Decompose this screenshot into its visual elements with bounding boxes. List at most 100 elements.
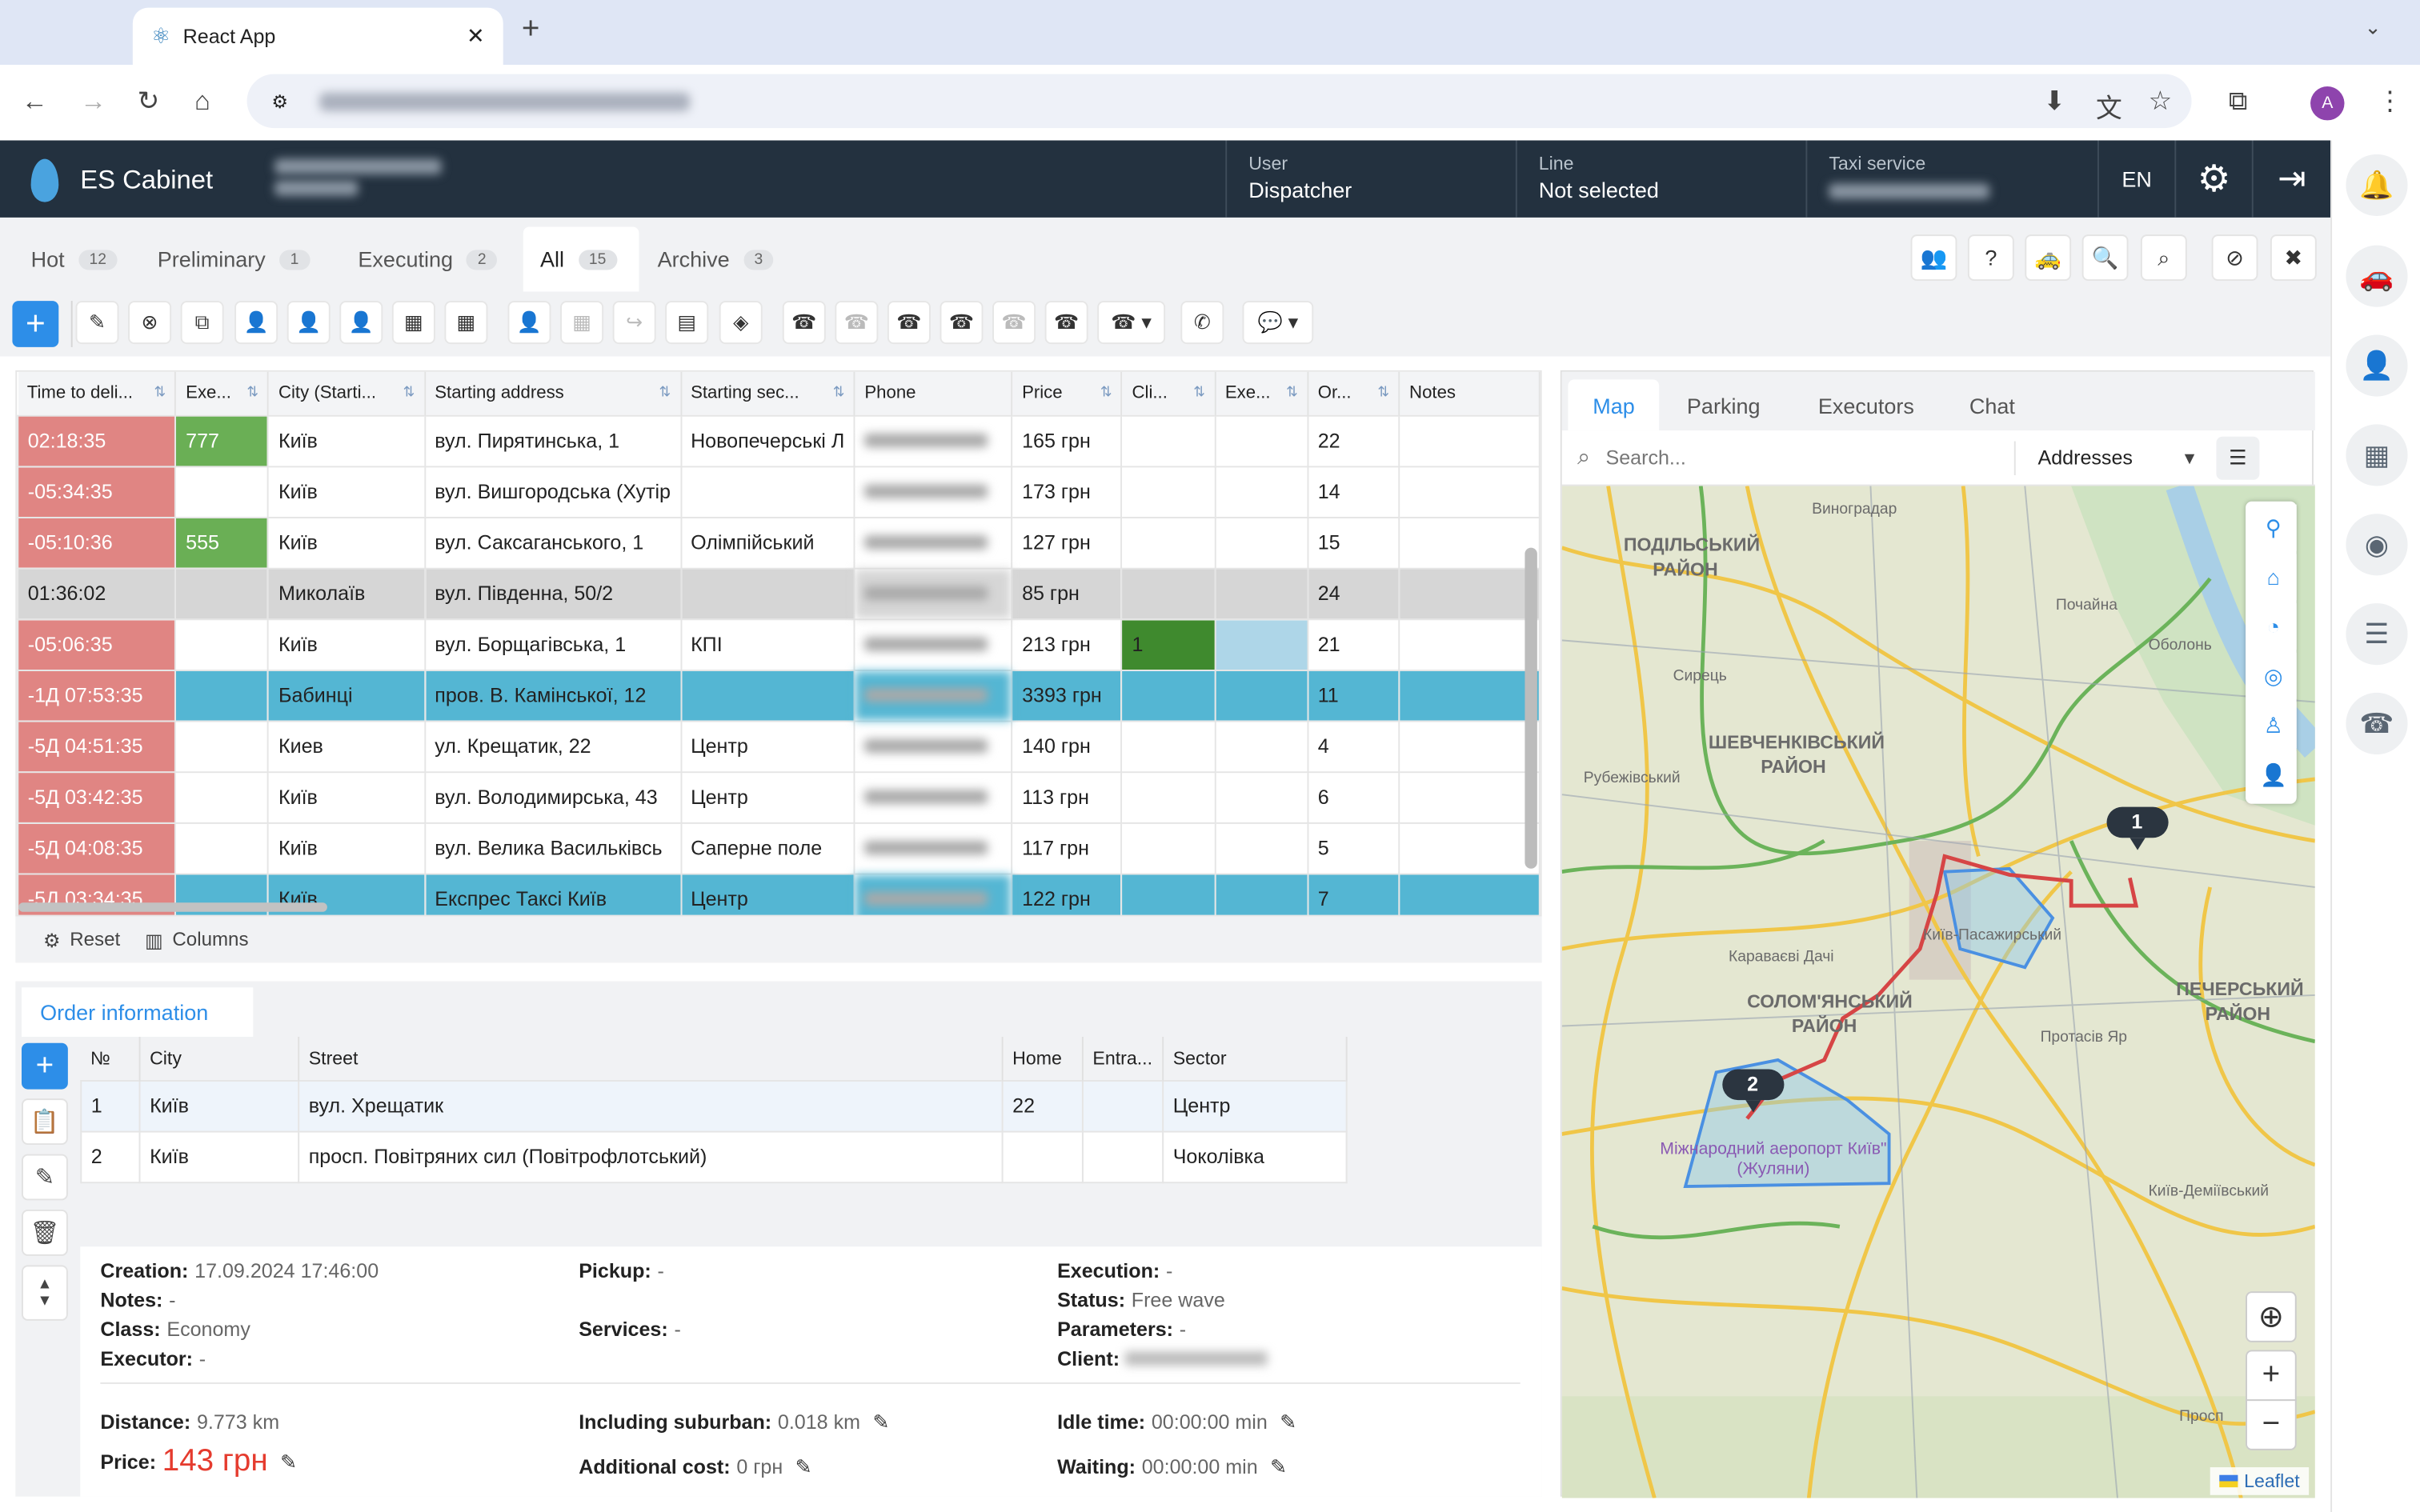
edit-idle-icon[interactable]: ✎ [1280, 1410, 1296, 1434]
call-disabled-icon[interactable]: ☎ [835, 301, 879, 345]
map-canvas[interactable]: 1 2 ПОДІЛЬСЬКИЙ РАЙОН ШЕВЧЕНКІВСЬКИЙ РАЙ… [1561, 486, 2315, 1498]
delete-address-icon[interactable]: 🗑 [21, 1209, 68, 1256]
search-user-icon[interactable]: 🔍 [2081, 234, 2129, 281]
leaflet-attribution[interactable]: Leaflet [2210, 1467, 2310, 1495]
horizontal-scrollbar[interactable] [18, 902, 327, 912]
grid-disabled-icon[interactable]: ▦ [560, 301, 604, 345]
table-row[interactable]: -5Д 04:51:35 Киев ул. Крещатик, 22 Центр 140… [17, 719, 1541, 773]
table-row[interactable]: -5Д 03:42:35 Київ вул. Володимирська, 43 Це… [17, 770, 1541, 823]
table-row[interactable]: -05:34:35 Київ вул. Вишгородська (Хутір 173… [17, 465, 1541, 518]
locate-me-button[interactable]: ⊕ [2246, 1291, 2297, 1342]
operator-icon[interactable]: ☎ [887, 301, 931, 345]
extensions-icon[interactable]: ⧉ [2229, 86, 2247, 118]
address-bar[interactable]: ⚙ [246, 74, 2192, 129]
vertical-scrollbar[interactable] [1525, 547, 1537, 869]
cars-icon[interactable]: 🚗 [2346, 245, 2408, 307]
col-sector[interactable]: Starting sec... ⇅ [680, 371, 855, 415]
col-price[interactable]: Price ⇅ [1012, 371, 1123, 415]
translate-icon[interactable]: 文 [2096, 86, 2122, 125]
map-icon[interactable]: ▦ [2346, 424, 2408, 486]
edit-suburban-icon[interactable]: ✎ [872, 1410, 889, 1434]
phone-icon[interactable]: ✆ [1180, 301, 1224, 345]
call-options-dropdown[interactable]: ☎ ▾ [1097, 301, 1166, 345]
install-icon[interactable]: ⬇ [2043, 86, 2065, 118]
edit-icon[interactable]: ✎ [75, 301, 119, 345]
columns-icon[interactable]: ▥ [145, 928, 163, 951]
bookmark-star-icon[interactable]: ☆ [2149, 86, 2172, 118]
map-search-input[interactable]: Search... [1605, 446, 2014, 469]
sms-dropdown[interactable]: 💬 ▾ [1242, 301, 1314, 345]
col-order[interactable]: Or... ⇅ [1308, 371, 1400, 415]
col-executor[interactable]: Exe... ⇅ [175, 371, 270, 415]
tag-tool-icon[interactable]: ⌂ [2250, 554, 2297, 601]
car-cancel-icon[interactable]: ✖ [2270, 234, 2317, 281]
clients-icon[interactable]: 👥 [1910, 234, 1957, 281]
tab-hot[interactable]: Hot 12 [18, 226, 130, 291]
edit-price-icon[interactable]: ✎ [280, 1450, 297, 1474]
cancel-order-icon[interactable]: ⊗ [128, 301, 172, 345]
col-address[interactable]: Starting address ⇅ [424, 371, 682, 415]
chevron-down-icon[interactable]: ▾ [2185, 445, 2195, 470]
tab-search-button[interactable]: ⌄ [2365, 15, 2382, 40]
addresses-select[interactable]: Addresses [2037, 446, 2184, 469]
move-up-down-buttons[interactable]: ▲ ▼ [21, 1265, 68, 1321]
paint-bucket-icon[interactable]: ◈ [719, 301, 763, 345]
table-row[interactable]: -05:06:35 Київ вул. Борщагівська, 1 КПІ 213 … [17, 618, 1541, 670]
search-list-icon[interactable]: ⌕ [2140, 234, 2187, 281]
address-row[interactable]: 2 Київ просп. Повітряних сил (Повітрофлотс… [80, 1130, 1348, 1183]
columns-button[interactable]: Columns [172, 929, 248, 950]
close-tab-icon[interactable]: ✕ [467, 23, 485, 50]
line-section[interactable]: Line Not selected [1515, 140, 1806, 218]
notifications-bell-icon[interactable]: 🔔 [2346, 154, 2408, 216]
edit-additional-icon[interactable]: ✎ [795, 1455, 812, 1478]
user-question-icon[interactable]: ? [1967, 234, 2014, 281]
driver-icon[interactable]: 👤 [2346, 334, 2408, 397]
tab-executors[interactable]: Executors [1793, 379, 1939, 430]
tab-parking[interactable]: Parking [1662, 379, 1785, 430]
sector-tool-icon[interactable]: ◔ [2250, 603, 2297, 650]
driver-call-icon[interactable]: ☎ [940, 301, 984, 345]
copy-icon[interactable]: ⧉ [180, 301, 224, 345]
col-time[interactable]: Time to deli... ⇅ [18, 371, 177, 415]
tab-all[interactable]: All 15 [523, 226, 639, 292]
tab-chat[interactable]: Chat [1945, 379, 2040, 430]
tab-preliminary[interactable]: Preliminary 1 [145, 226, 322, 291]
col-notes[interactable]: Notes [1399, 371, 1541, 415]
table-icon[interactable]: ▤ [665, 301, 709, 345]
messages-icon[interactable]: ☰ [2346, 603, 2408, 666]
reload-icon[interactable]: ↻ [138, 86, 159, 118]
table-row[interactable]: -5Д 04:08:35 Київ вул. Велика Васильківсь С… [17, 821, 1541, 874]
profile-avatar[interactable]: A [2310, 86, 2345, 121]
reset-button[interactable]: Reset [70, 929, 120, 950]
marker-2-label[interactable]: 2 [1747, 1072, 1758, 1095]
order-information-tab[interactable]: Order information [21, 987, 254, 1037]
call-client-icon[interactable]: ☎ [782, 301, 826, 345]
add-address-button[interactable]: + [21, 1042, 68, 1090]
forward-icon[interactable]: → [80, 86, 106, 118]
person-tool-icon[interactable]: 👤 [2250, 751, 2297, 798]
tab-map[interactable]: Map [1568, 379, 1660, 431]
monitoring-eye-icon[interactable]: ◉ [2346, 514, 2408, 576]
driver-tool-icon[interactable]: ♙ [2250, 702, 2297, 749]
phone-calls-icon[interactable]: ☎ [2346, 692, 2408, 755]
new-tab-button[interactable]: + [522, 12, 540, 47]
browser-menu-icon[interactable]: ⋮ [2377, 86, 2403, 118]
logout-icon[interactable]: ⇥ [2251, 140, 2330, 218]
location-pin-tool-icon[interactable]: ◎ [2250, 652, 2297, 699]
brand[interactable]: ES Cabinet [30, 158, 214, 202]
call-disabled-alt-icon[interactable]: ☎ [992, 301, 1036, 345]
col-phone[interactable]: Phone [854, 371, 1013, 415]
col-exe2[interactable]: Exe... ⇅ [1215, 371, 1309, 415]
forward-disabled-icon[interactable]: ↪ [612, 301, 656, 345]
browser-tab[interactable]: ⚛ React App ✕ [132, 7, 503, 65]
tab-executing[interactable]: Executing 2 [346, 226, 510, 291]
assign-driver-disabled-icon[interactable]: 👤 [286, 301, 331, 345]
table-row[interactable]: 02:18:35 777 Київ вул. Пирятинська, 1 Новопе… [17, 414, 1541, 467]
edit-address-icon[interactable]: ✎ [21, 1154, 68, 1201]
table-row[interactable]: 01:36:02 Миколаїв вул. Південна, 50/2 85 гр… [17, 566, 1541, 620]
add-order-button[interactable]: + [12, 301, 59, 347]
zoom-in-button[interactable]: + [2246, 1350, 2297, 1402]
assign-driver-icon[interactable]: 👤 [234, 301, 278, 345]
tab-archive[interactable]: Archive 3 [645, 226, 786, 291]
taxi-service-section[interactable]: Taxi service [1805, 140, 2097, 218]
